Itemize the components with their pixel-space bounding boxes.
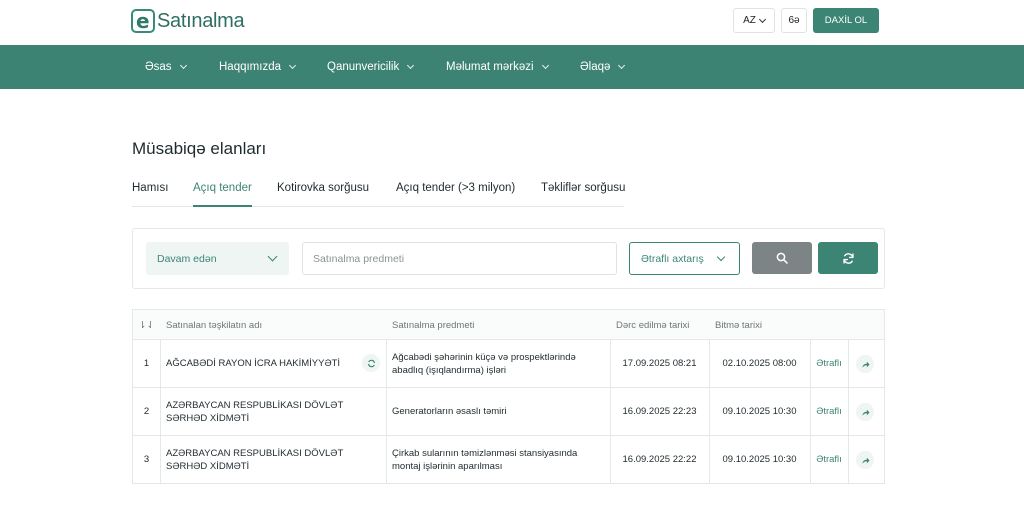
- procurement-subject: Ağcabədi şəhərinin küçə və prospektlərin…: [392, 351, 576, 377]
- nav-item-legislation[interactable]: Qanunvericilik: [327, 45, 415, 89]
- tab-all[interactable]: Hamısı: [132, 182, 168, 207]
- nav-item-label: Qanunvericilik: [327, 61, 400, 73]
- table-row[interactable]: 2 AZƏRBAYCAN RESPUBLİKASI DÖVLƏT SƏRHƏD …: [133, 388, 884, 436]
- org-name: AZƏRBAYCAN RESPUBLİKASI DÖVLƏT SƏRHƏD Xİ…: [166, 447, 344, 473]
- procurement-subject: Generatorların əsaslı təmiri: [392, 406, 507, 418]
- chevron-down-icon: [758, 15, 766, 23]
- published-date: 16.09.2025 22:22: [622, 454, 697, 466]
- nav-item-contact[interactable]: Əlaqə: [580, 45, 626, 89]
- nav-item-label: Əlaqə: [580, 61, 611, 73]
- tender-type-tabs: Hamısı Açıq tender Kotirovka sorğusu Açı…: [132, 180, 625, 207]
- chevron-down-icon: [716, 252, 726, 262]
- tab-open-tender-3m[interactable]: Açıq tender (>3 milyon): [396, 182, 515, 207]
- procurement-subject: Çirkab sularının təmizlənməsi stansiyası…: [392, 447, 578, 473]
- details-link[interactable]: Ətraflı: [810, 436, 848, 484]
- nav-item-label: Haqqımızda: [219, 61, 282, 73]
- status-select[interactable]: Davam edən: [146, 242, 289, 275]
- page-title: Müsabiqə elanları: [132, 139, 267, 158]
- table-row[interactable]: 1 AĞCABƏDİ RAYON İCRA HAKİMİYYƏTİ Ağcabə…: [133, 340, 884, 388]
- nav-item-label: Məlumat mərkəzi: [446, 61, 534, 73]
- deadline-date: 09.10.2025 10:30: [722, 406, 797, 418]
- refresh-icon: [842, 252, 854, 264]
- subject-search-input[interactable]: [302, 242, 617, 275]
- chevron-down-icon: [179, 61, 187, 70]
- column-header-deadline: Bitmə tarixi: [715, 319, 762, 331]
- column-header-org: Satınalan təşkilatın adı: [166, 319, 263, 331]
- share-icon[interactable]: [856, 355, 874, 373]
- chevron-down-icon: [267, 251, 278, 262]
- search-button[interactable]: [752, 242, 812, 274]
- table-header: ⇂⇃ Satınalan təşkilatın adı Satınalma pr…: [133, 310, 884, 340]
- nav-item-home[interactable]: Əsas: [145, 45, 187, 89]
- accessibility-label: 6ə: [788, 15, 800, 26]
- nav-item-label: Əsas: [145, 61, 172, 73]
- row-number: 3: [143, 454, 150, 466]
- deadline-date: 09.10.2025 10:30: [722, 454, 797, 466]
- status-select-value: Davam edən: [157, 252, 217, 265]
- chevron-down-icon: [288, 61, 297, 70]
- chevron-down-icon: [541, 61, 549, 70]
- tab-quotation-request[interactable]: Kotirovka sorğusu: [277, 182, 369, 207]
- refresh-icon[interactable]: [362, 354, 380, 372]
- details-link[interactable]: Ətraflı: [810, 388, 848, 436]
- logo-e-icon: [131, 9, 155, 33]
- org-name: AĞCABƏDİ RAYON İCRA HAKİMİYYƏTİ: [166, 358, 341, 370]
- column-header-subject: Satınalma predmeti: [392, 319, 475, 331]
- published-date: 17.09.2025 08:21: [622, 358, 697, 370]
- tenders-table: ⇂⇃ Satınalan təşkilatın adı Satınalma pr…: [132, 309, 885, 484]
- chevron-down-icon: [618, 61, 626, 70]
- deadline-date: 02.10.2025 08:00: [722, 358, 797, 370]
- row-number: 2: [143, 406, 150, 418]
- share-icon[interactable]: [856, 451, 874, 469]
- advanced-search-label: Ətraflı axtarış: [641, 252, 704, 265]
- nav-item-info-center[interactable]: Məlumat mərkəzi: [446, 45, 549, 89]
- row-number: 1: [143, 358, 150, 370]
- column-header-published: Dərc edilmə tarixi: [616, 319, 690, 331]
- org-name: AZƏRBAYCAN RESPUBLİKASI DÖVLƏT SƏRHƏD Xİ…: [166, 399, 344, 425]
- share-icon[interactable]: [856, 403, 874, 421]
- language-selector[interactable]: AZ: [733, 8, 775, 33]
- top-header: Satınalma AZ 6ə DAXİL OL: [0, 0, 1024, 45]
- tab-open-tender[interactable]: Açıq tender: [193, 182, 252, 207]
- logo-text: Satınalma: [157, 9, 245, 32]
- table-row[interactable]: 3 AZƏRBAYCAN RESPUBLİKASI DÖVLƏT SƏRHƏD …: [133, 436, 884, 484]
- tab-proposal-request[interactable]: Təkliflər sorğusu: [541, 182, 625, 207]
- nav-item-about[interactable]: Haqqımızda: [219, 45, 297, 89]
- accessibility-button[interactable]: 6ə: [781, 8, 807, 33]
- site-logo[interactable]: Satınalma: [131, 9, 245, 33]
- main-nav: Əsas Haqqımızda Qanunvericilik Məlumat m…: [0, 45, 1024, 89]
- login-button[interactable]: DAXİL OL: [813, 8, 879, 33]
- details-link[interactable]: Ətraflı: [810, 340, 848, 388]
- language-label: AZ: [743, 15, 756, 26]
- search-icon: [776, 252, 788, 264]
- published-date: 16.09.2025 22:23: [622, 406, 697, 418]
- sort-icon[interactable]: ⇂⇃: [133, 310, 160, 340]
- advanced-search-dropdown[interactable]: Ətraflı axtarış: [629, 242, 740, 275]
- chevron-down-icon: [407, 61, 415, 70]
- reset-button[interactable]: [818, 242, 878, 274]
